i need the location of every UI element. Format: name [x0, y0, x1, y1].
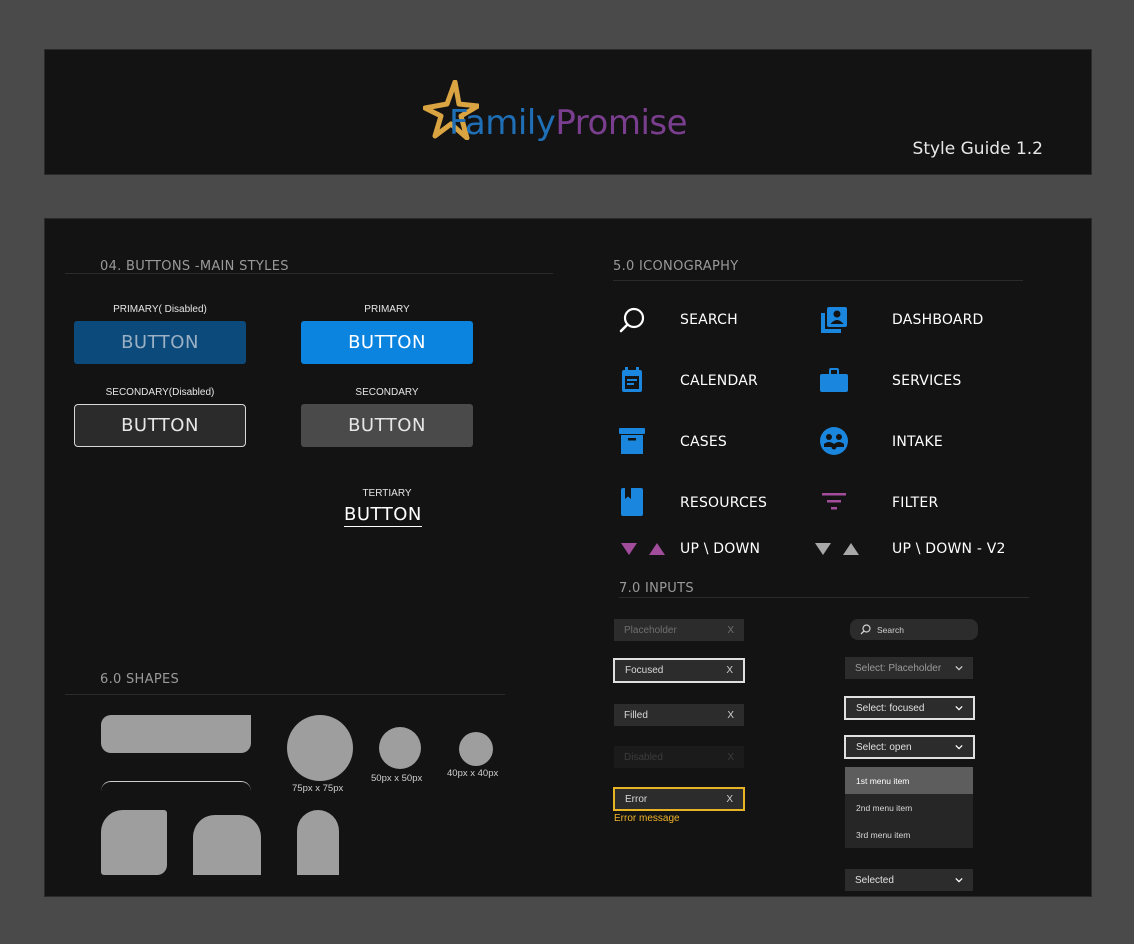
arch-top-shape — [193, 815, 261, 875]
up-down-triangles-icon — [619, 540, 669, 558]
circle-large-shape — [287, 715, 353, 781]
rounded-corner-square-shape — [101, 810, 167, 875]
search-icon-label: SEARCH — [680, 312, 738, 328]
disabled-input-text: Disabled — [624, 751, 663, 763]
secondary-disabled-caption: SECONDARY(Disabled) — [105, 387, 215, 398]
chevron-down-icon — [955, 744, 963, 750]
tertiary-caption: TERTIARY — [362, 488, 412, 499]
primary-button[interactable]: BUTTON — [301, 321, 473, 364]
rounded-rectangle-shape — [101, 715, 251, 753]
clear-icon[interactable]: X — [727, 625, 734, 636]
error-input[interactable]: Error X — [613, 787, 745, 811]
tertiary-button[interactable]: BUTTON — [344, 504, 422, 527]
buttons-section-title: 04. BUTTONS -MAIN STYLES — [100, 259, 289, 274]
briefcase-icon — [819, 365, 849, 395]
intake-people-icon — [819, 426, 849, 456]
disabled-input: Disabled X — [614, 746, 744, 768]
circle-large-caption: 75px x 75px — [292, 783, 344, 794]
select-placeholder-text: Select: Placeholder — [855, 662, 942, 674]
search-icon — [860, 624, 871, 635]
style-guide-title: Style Guide 1.2 — [912, 139, 1043, 159]
calendar-icon — [617, 365, 647, 395]
primary-caption: PRIMARY — [364, 304, 410, 315]
inputs-section-title: 7.0 INPUTS — [619, 581, 694, 596]
circle-small-caption: 40px x 40px — [447, 768, 499, 779]
select-dropdown-menu: 1st menu item 2nd menu item 3rd menu ite… — [845, 767, 973, 848]
primary-disabled-caption: PRIMARY( Disabled) — [113, 304, 207, 315]
calendar-icon-label: CALENDAR — [680, 373, 758, 389]
up-down-triangles-v2-icon — [813, 540, 863, 558]
menu-item[interactable]: 3rd menu item — [845, 821, 973, 848]
circle-medium-shape — [379, 727, 421, 769]
chevron-down-icon — [955, 665, 963, 671]
search-icon — [617, 305, 647, 335]
placeholder-input[interactable]: Placeholder X — [614, 619, 744, 641]
select-selected[interactable]: Selected — [845, 869, 973, 891]
logo-wordmark: FamilyPromise — [449, 103, 688, 143]
buttons-section-divider — [65, 273, 553, 274]
tall-arch-shape — [297, 810, 339, 875]
logo-promise-text: Promise — [555, 103, 688, 143]
primary-disabled-button: BUTTON — [74, 321, 246, 364]
intake-icon-label: INTAKE — [892, 434, 943, 450]
clear-icon: X — [727, 751, 734, 763]
chevron-down-icon — [955, 705, 963, 711]
focused-input-text: Focused — [625, 665, 664, 676]
style-guide-board: 04. BUTTONS -MAIN STYLES PRIMARY( Disabl… — [44, 218, 1092, 897]
family-promise-logo: FamilyPromise — [423, 80, 723, 146]
up-down-v2-icon-label: UP \ DOWN - V2 — [892, 541, 1006, 557]
filter-icon — [819, 487, 849, 517]
select-selected-text: Selected — [855, 874, 894, 886]
up-down-icon-label: UP \ DOWN — [680, 541, 761, 557]
select-open[interactable]: Select: open — [844, 735, 975, 759]
secondary-disabled-button: BUTTON — [74, 404, 246, 447]
secondary-button[interactable]: BUTTON — [301, 404, 473, 447]
search-input[interactable]: Search — [850, 619, 978, 640]
chevron-down-icon — [955, 877, 963, 883]
menu-item[interactable]: 2nd menu item — [845, 794, 973, 821]
secondary-caption: SECONDARY — [355, 387, 419, 398]
top-rounded-line-shape — [101, 781, 251, 791]
bookmark-book-icon — [617, 487, 647, 517]
select-open-text: Select: open — [856, 741, 912, 753]
clear-icon[interactable]: X — [726, 794, 733, 805]
inputs-section-divider — [619, 597, 1029, 598]
filled-input[interactable]: Filled X — [614, 704, 744, 726]
filter-icon-label: FILTER — [892, 495, 939, 511]
circle-small-shape — [459, 732, 493, 766]
menu-item[interactable]: 1st menu item — [845, 767, 973, 794]
dashboard-icon-label: DASHBOARD — [892, 312, 984, 328]
shapes-section-divider — [65, 694, 505, 695]
search-input-text: Search — [877, 624, 904, 635]
clear-icon[interactable]: X — [727, 710, 734, 721]
iconography-section-divider — [613, 280, 1023, 281]
error-message: Error message — [614, 813, 680, 824]
resources-icon-label: RESOURCES — [680, 495, 768, 511]
dashboard-icon — [819, 305, 849, 335]
placeholder-input-text: Placeholder — [624, 624, 677, 636]
circle-medium-caption: 50px x 50px — [371, 773, 423, 784]
services-icon-label: SERVICES — [892, 373, 962, 389]
filled-input-text: Filled — [624, 709, 648, 721]
logo-family-text: Family — [449, 103, 556, 143]
cases-icon-label: CASES — [680, 434, 727, 450]
clear-icon[interactable]: X — [726, 665, 733, 676]
header-banner: FamilyPromise Style Guide 1.2 — [44, 49, 1092, 175]
error-input-text: Error — [625, 793, 648, 805]
select-placeholder[interactable]: Select: Placeholder — [845, 657, 973, 679]
focused-input[interactable]: Focused X — [613, 658, 745, 683]
iconography-section-title: 5.0 ICONOGRAPHY — [613, 259, 739, 274]
shapes-section-title: 6.0 SHAPES — [100, 672, 180, 687]
archive-box-icon — [617, 426, 647, 456]
select-focused[interactable]: Select: focused — [844, 696, 975, 720]
select-focused-text: Select: focused — [856, 702, 925, 714]
